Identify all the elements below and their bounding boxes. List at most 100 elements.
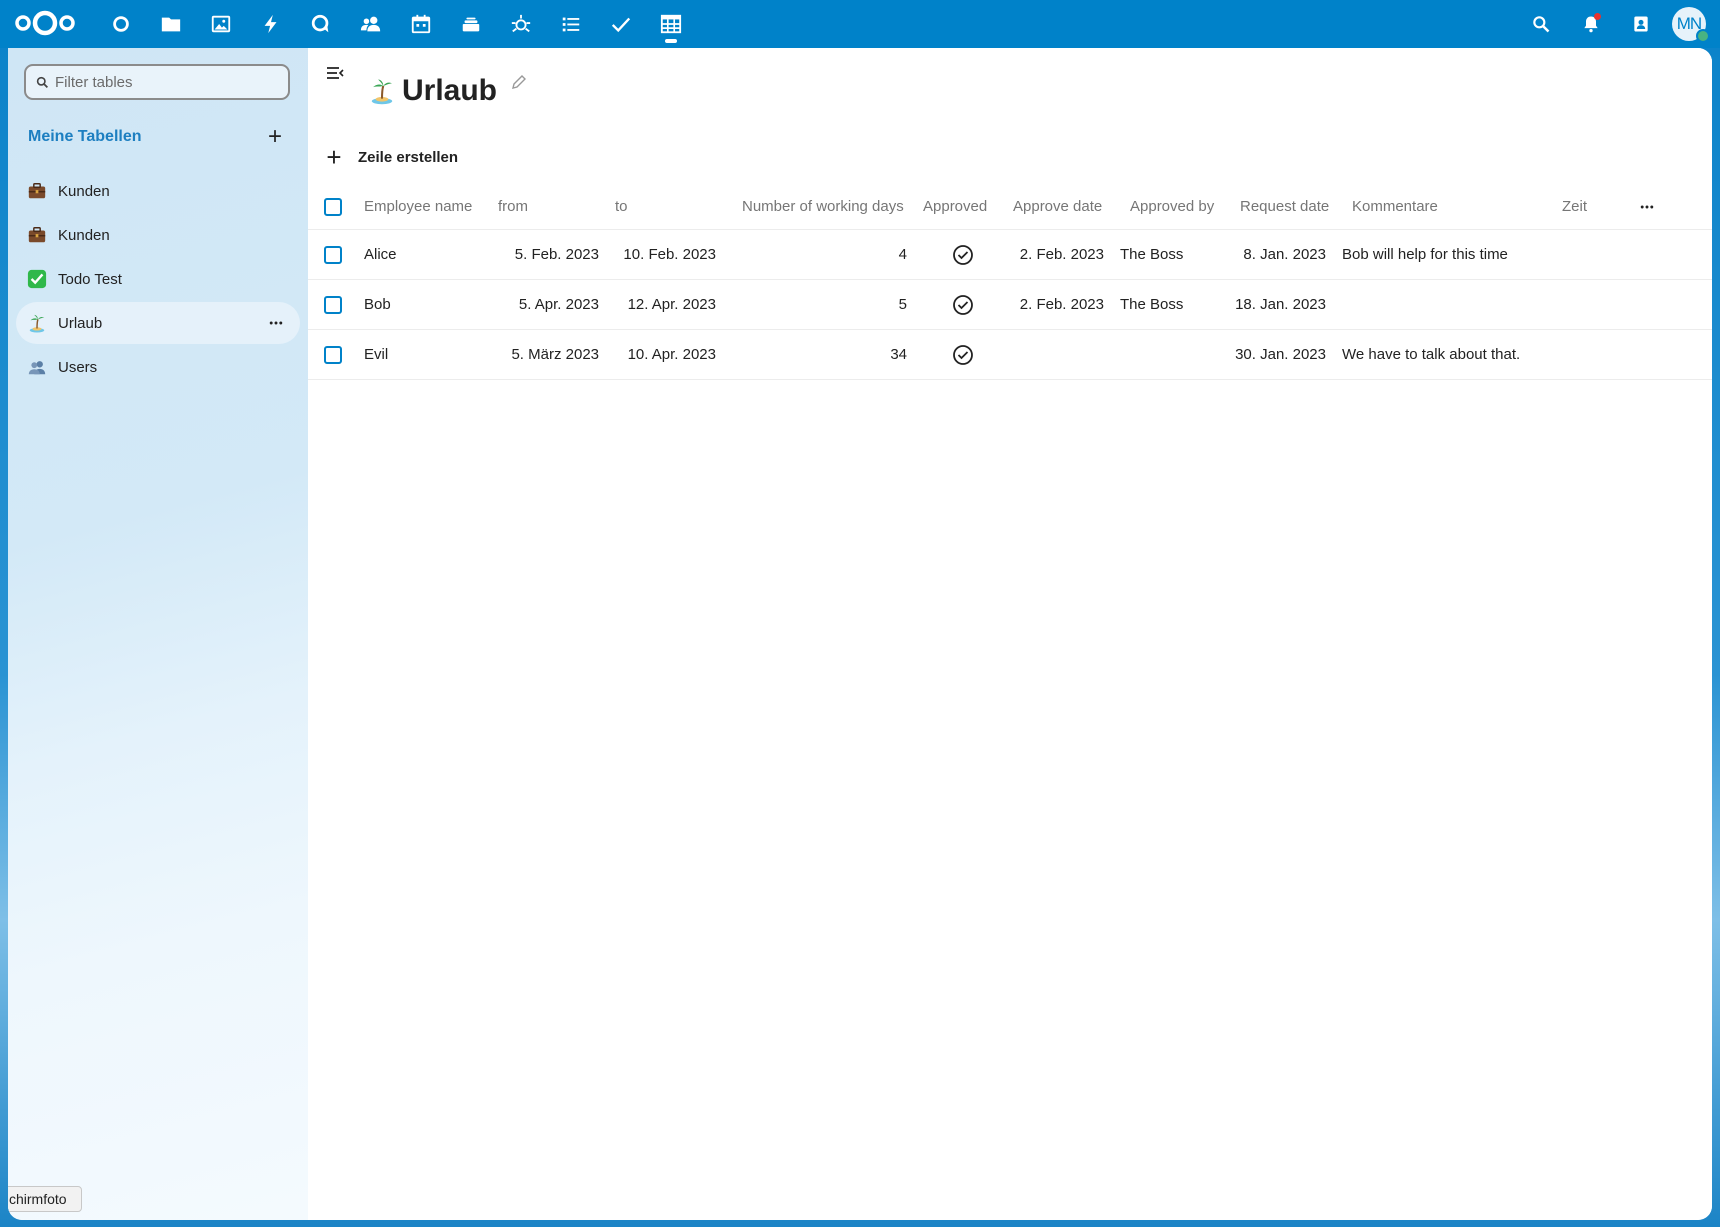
main-content: Urlaub + Zeile erstellen Employee name f…	[308, 48, 1712, 1220]
cell-kommentare: Bob will help for this time	[1342, 246, 1508, 263]
sidebar: Meine Tabellen + Kunden Kunden Todo T	[8, 48, 308, 1220]
select-all-checkbox[interactable]	[324, 197, 342, 216]
check-box-icon	[26, 268, 48, 290]
column-header-request-date[interactable]: Request date	[1230, 198, 1342, 215]
row-select-cell	[308, 245, 364, 264]
cell-to: 12. Apr. 2023	[627, 296, 716, 313]
more-actions-icon[interactable]	[266, 313, 286, 333]
cell-working-days: 4	[898, 246, 907, 263]
check-circle-icon	[953, 244, 973, 265]
cell-working-days: 34	[890, 346, 907, 363]
palm-island-icon	[26, 312, 48, 334]
sidebar-item-label: Todo Test	[58, 270, 122, 288]
select-all-cell	[308, 197, 364, 216]
table-row[interactable]: Evil 5. März 2023 10. Apr. 2023 34 30. J…	[308, 330, 1712, 380]
checkmark-icon[interactable]	[596, 0, 646, 48]
search-icon	[36, 76, 49, 88]
more-actions-icon[interactable]	[1639, 199, 1655, 215]
app-menu	[96, 0, 696, 48]
row-select-cell	[308, 345, 364, 364]
cell-from: 5. März 2023	[511, 346, 599, 363]
online-status-indicator	[1696, 29, 1710, 43]
cell-employee-name: Evil	[364, 346, 389, 363]
sidebar-item-kunden[interactable]: Kunden	[16, 170, 300, 212]
sidebar-item-users[interactable]: Users	[16, 346, 300, 388]
plus-icon: +	[326, 142, 342, 172]
cell-working-days: 5	[898, 296, 907, 313]
section-title: Meine Tabellen	[28, 128, 142, 145]
column-header-zeit[interactable]: Zeit	[1562, 198, 1622, 215]
nextcloud-logo[interactable]	[14, 8, 76, 38]
cell-request-date: 8. Jan. 2023	[1243, 246, 1326, 263]
tasks-list-icon[interactable]	[546, 0, 596, 48]
sidebar-item-label: Users	[58, 358, 98, 376]
column-header-approved[interactable]: Approved	[923, 198, 1003, 215]
files-icon[interactable]	[146, 0, 196, 48]
table-header-row: Employee name from to Number of working …	[308, 184, 1712, 230]
row-checkbox[interactable]	[324, 245, 342, 264]
ai-icon[interactable]	[496, 0, 546, 48]
cell-kommentare: We have to talk about that.	[1342, 346, 1521, 363]
column-header-from[interactable]: from	[498, 198, 615, 215]
check-circle-icon	[953, 344, 973, 365]
cell-approved	[923, 294, 1003, 316]
header-right: MN	[1516, 0, 1720, 48]
dashboard-icon[interactable]	[96, 0, 146, 48]
row-select-cell	[308, 295, 364, 314]
row-checkbox[interactable]	[324, 345, 342, 364]
sidebar-item-todo-test[interactable]: Todo Test	[16, 258, 300, 300]
create-row-label: Zeile erstellen	[358, 148, 459, 166]
app-window: Meine Tabellen + Kunden Kunden Todo T	[8, 48, 1712, 1220]
add-table-button[interactable]: +	[260, 122, 290, 152]
column-header-working-days[interactable]: Number of working days	[732, 198, 923, 215]
notifications-bell-icon[interactable]	[1566, 0, 1616, 48]
cell-request-date: 30. Jan. 2023	[1235, 346, 1326, 363]
deck-icon[interactable]	[446, 0, 496, 48]
column-header-employee-name[interactable]: Employee name	[364, 198, 498, 215]
row-checkbox[interactable]	[324, 295, 342, 314]
contacts-menu-icon[interactable]	[1616, 0, 1666, 48]
talk-icon[interactable]	[296, 0, 346, 48]
users-icon	[26, 356, 48, 378]
cell-approved	[923, 344, 1003, 366]
sidebar-item-label: Urlaub	[58, 314, 103, 332]
cell-employee-name: Alice	[364, 246, 397, 263]
cell-to: 10. Apr. 2023	[627, 346, 716, 363]
cell-employee-name: Bob	[364, 296, 391, 313]
edit-pencil-icon[interactable]	[511, 74, 527, 90]
sidebar-item-label: Kunden	[58, 182, 110, 200]
sidebar-item-label: Kunden	[58, 226, 110, 244]
column-header-to[interactable]: to	[615, 198, 732, 215]
photos-icon[interactable]	[196, 0, 246, 48]
toggle-sidebar-icon[interactable]	[324, 62, 346, 84]
create-row-button[interactable]: + Zeile erstellen	[324, 144, 458, 170]
table-nav: Kunden Kunden Todo Test Urlaub Users	[16, 170, 300, 390]
cell-approved-by: The Boss	[1120, 246, 1184, 263]
title-row: Urlaub	[368, 74, 527, 108]
search-icon[interactable]	[1516, 0, 1566, 48]
cell-approved-by: The Boss	[1120, 296, 1184, 313]
filter-tables-input[interactable]	[55, 73, 275, 91]
column-header-approve-date[interactable]: Approve date	[1003, 198, 1120, 215]
tooltip: chirmfoto	[8, 1186, 82, 1212]
contacts-icon[interactable]	[346, 0, 396, 48]
page-title: Urlaub	[402, 74, 498, 107]
check-circle-icon	[953, 294, 973, 315]
user-avatar[interactable]: MN	[1672, 7, 1710, 43]
table-row[interactable]: Alice 5. Feb. 2023 10. Feb. 2023 4 2. Fe…	[308, 230, 1712, 280]
filter-box[interactable]	[24, 64, 290, 100]
briefcase-icon	[26, 224, 48, 246]
cell-request-date: 18. Jan. 2023	[1235, 296, 1326, 313]
sidebar-item-urlaub[interactable]: Urlaub	[16, 302, 300, 344]
table-row[interactable]: Bob 5. Apr. 2023 12. Apr. 2023 5 2. Feb.…	[308, 280, 1712, 330]
sidebar-item-kunden-2[interactable]: Kunden	[16, 214, 300, 256]
cell-to: 10. Feb. 2023	[623, 246, 716, 263]
palm-island-icon	[371, 79, 393, 105]
column-header-approved-by[interactable]: Approved by	[1120, 198, 1230, 215]
calendar-icon[interactable]	[396, 0, 446, 48]
tables-icon[interactable]	[646, 0, 696, 48]
activity-icon[interactable]	[246, 0, 296, 48]
column-header-kommentare[interactable]: Kommentare	[1342, 198, 1562, 215]
table-actions-cell	[1622, 199, 1672, 215]
section-header: Meine Tabellen +	[28, 120, 290, 154]
